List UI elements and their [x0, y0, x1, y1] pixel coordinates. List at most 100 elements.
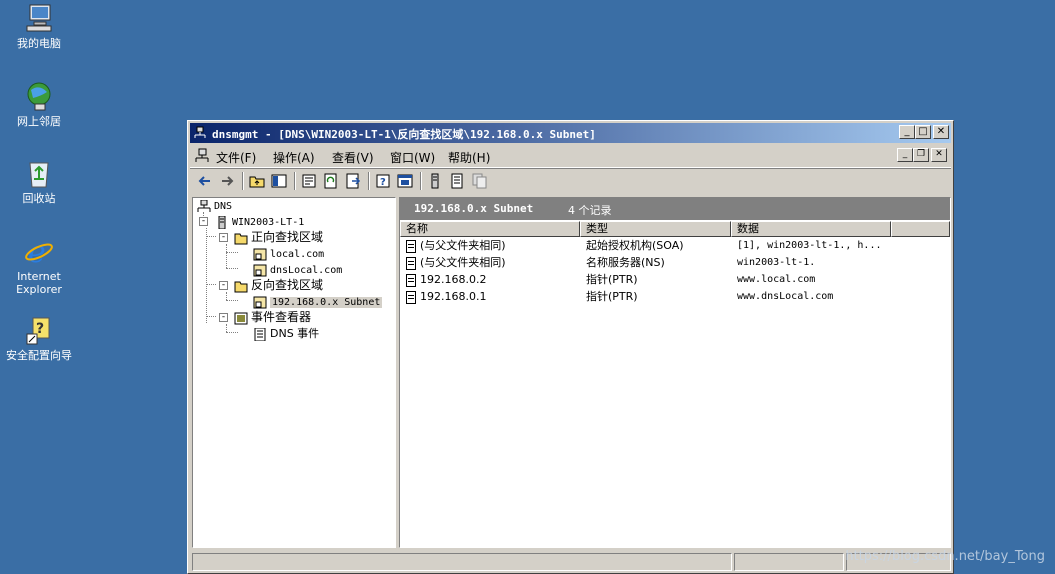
status-panel	[192, 553, 732, 571]
maximize-button[interactable]: □	[915, 125, 931, 139]
tree-node-label: 正向查找区域	[251, 230, 324, 244]
column-header-data[interactable]: 数据	[731, 221, 891, 237]
toolbar: ?	[190, 168, 951, 193]
event-log-icon	[253, 327, 267, 341]
tree-node-label: DNS 事件	[270, 327, 320, 340]
record-name: (与父文件夹相同)	[420, 256, 506, 269]
record-type: 指针(PTR)	[586, 273, 638, 286]
desktop-icon-label: 安全配置向导	[6, 349, 72, 362]
mdi-restore-button[interactable]: ❐	[913, 148, 929, 162]
dns-icon	[197, 199, 211, 213]
tree-node-label: 192.168.0.x Subnet	[270, 297, 383, 308]
server-icon[interactable]	[426, 172, 444, 190]
refresh-icon[interactable]	[322, 172, 340, 190]
toolbar-separator	[420, 172, 422, 190]
zone-icon	[253, 296, 267, 309]
menu-action[interactable]: 操作(A)	[273, 149, 315, 166]
console-tree: DNS - WIN2003-LT-1 - 正向查找区域 local.com dn…	[192, 197, 396, 548]
tree-node-zone-dnslocal[interactable]: dnsLocal.com	[253, 262, 342, 277]
recycle-bin-icon	[23, 157, 55, 189]
console-icon	[194, 148, 210, 164]
folder-icon	[234, 232, 248, 245]
record-data: [1], win2003-lt-1., h...	[737, 240, 882, 251]
close-button[interactable]: ✕	[933, 125, 949, 139]
record-name: 192.168.0.2	[420, 273, 487, 286]
desktop-icon-label: 回收站	[22, 192, 56, 205]
collapse-toggle[interactable]: -	[199, 217, 208, 226]
menu-help[interactable]: 帮助(H)	[448, 149, 490, 166]
tree-node-reverse-zones[interactable]: 反向查找区域	[234, 278, 323, 293]
desktop-icon-my-computer[interactable]: 我的电脑	[0, 2, 78, 50]
up-folder-icon[interactable]	[248, 172, 266, 190]
back-icon[interactable]	[196, 172, 214, 190]
desktop-icon-recycle-bin[interactable]: 回收站	[0, 157, 78, 205]
menu-window[interactable]: 窗口(W)	[390, 149, 435, 166]
export-list-icon[interactable]	[344, 172, 362, 190]
status-panel	[734, 553, 844, 571]
collapse-toggle[interactable]: -	[219, 313, 228, 322]
event-viewer-icon	[234, 312, 248, 325]
my-computer-icon	[23, 2, 55, 34]
column-header-spare[interactable]	[891, 221, 950, 237]
desktop-icon-network[interactable]: 网上邻居	[0, 80, 78, 128]
column-header-type[interactable]: 类型	[580, 221, 731, 237]
tree-node-zone-subnet[interactable]: 192.168.0.x Subnet	[253, 294, 383, 309]
tree-node-forward-zones[interactable]: 正向查找区域	[234, 230, 323, 245]
zone-title: 192.168.0.x Subnet	[414, 202, 534, 215]
menu-file[interactable]: 文件(F)	[216, 149, 256, 166]
show-hide-tree-icon[interactable]	[270, 172, 288, 190]
tree-node-label: DNS	[214, 201, 233, 212]
toolbar-separator	[294, 172, 296, 190]
record-data: www.dnsLocal.com	[737, 291, 834, 302]
record-icon	[406, 256, 416, 270]
minimize-button[interactable]: _	[899, 125, 915, 139]
collapse-toggle[interactable]: -	[219, 233, 228, 242]
record-data: win2003-lt-1.	[737, 257, 816, 268]
status-bar	[190, 551, 951, 571]
watermark-text: https://blog.csdn.net/bay_Tong	[845, 549, 1045, 564]
tree-node-label: WIN2003-LT-1	[232, 217, 305, 228]
dns-management-window: dnsmgmt - [DNS\WIN2003-LT-1\反向查找区域\192.1…	[187, 120, 954, 574]
table-row[interactable]: (与父文件夹相同) 名称服务器(NS) win2003-lt-1.	[400, 254, 950, 271]
record-icon	[406, 273, 416, 287]
tree-node-dns[interactable]: DNS	[197, 198, 232, 213]
dns-app-icon	[193, 126, 207, 140]
tree-node-label: local.com	[270, 249, 325, 260]
menu-view[interactable]: 查看(V)	[332, 149, 374, 166]
tree-node-zone-local[interactable]: local.com	[253, 246, 324, 261]
table-row[interactable]: (与父文件夹相同) 起始授权机构(SOA) [1], win2003-lt-1.…	[400, 237, 950, 254]
help-icon[interactable]: ?	[374, 172, 392, 190]
tree-node-server[interactable]: WIN2003-LT-1	[215, 214, 304, 229]
server-icon	[215, 215, 229, 229]
copy-records-icon[interactable]	[470, 172, 488, 190]
record-name: 192.168.0.1	[420, 290, 487, 303]
title-bar[interactable]: dnsmgmt - [DNS\WIN2003-LT-1\反向查找区域\192.1…	[190, 123, 951, 143]
record-icon	[406, 239, 416, 253]
tree-node-event-viewer[interactable]: 事件查看器	[234, 310, 311, 325]
record-list-pane: 192.168.0.x Subnet 4 个记录 名称 类型 数据 (与父文件夹…	[399, 197, 951, 548]
folder-icon	[234, 280, 248, 293]
zone-icon	[253, 264, 267, 277]
table-row[interactable]: 192.168.0.1 指针(PTR) www.dnsLocal.com	[400, 288, 950, 305]
toolbar-separator	[368, 172, 370, 190]
record-type: 起始授权机构(SOA)	[586, 239, 684, 252]
internet-explorer-icon: e	[23, 235, 55, 270]
mdi-close-button[interactable]: ✕	[931, 148, 947, 162]
mdi-minimize-button[interactable]: _	[897, 148, 913, 162]
collapse-toggle[interactable]: -	[219, 281, 228, 290]
record-type: 名称服务器(NS)	[586, 256, 665, 269]
desktop-icon-internet-explorer[interactable]: e Internet Explorer	[0, 235, 78, 296]
desktop-icon-security-wizard[interactable]: ? 安全配置向导	[0, 314, 78, 362]
record-count: 4 个记录	[568, 204, 612, 217]
menu-bar: 文件(F) 操作(A) 查看(V) 窗口(W) 帮助(H) _ ❐ ✕	[190, 145, 951, 168]
forward-icon[interactable]	[218, 172, 236, 190]
list-header-banner: 192.168.0.x Subnet 4 个记录	[400, 198, 950, 220]
tree-node-dns-events[interactable]: DNS 事件	[253, 326, 319, 341]
column-header-name[interactable]: 名称	[400, 221, 580, 237]
console-window-icon[interactable]	[396, 172, 414, 190]
table-row[interactable]: 192.168.0.2 指针(PTR) www.local.com	[400, 271, 950, 288]
tree-node-label: 反向查找区域	[251, 278, 324, 292]
properties-icon[interactable]	[300, 172, 318, 190]
desktop-icon-label: Explorer	[16, 283, 62, 296]
new-record-icon[interactable]	[448, 172, 466, 190]
